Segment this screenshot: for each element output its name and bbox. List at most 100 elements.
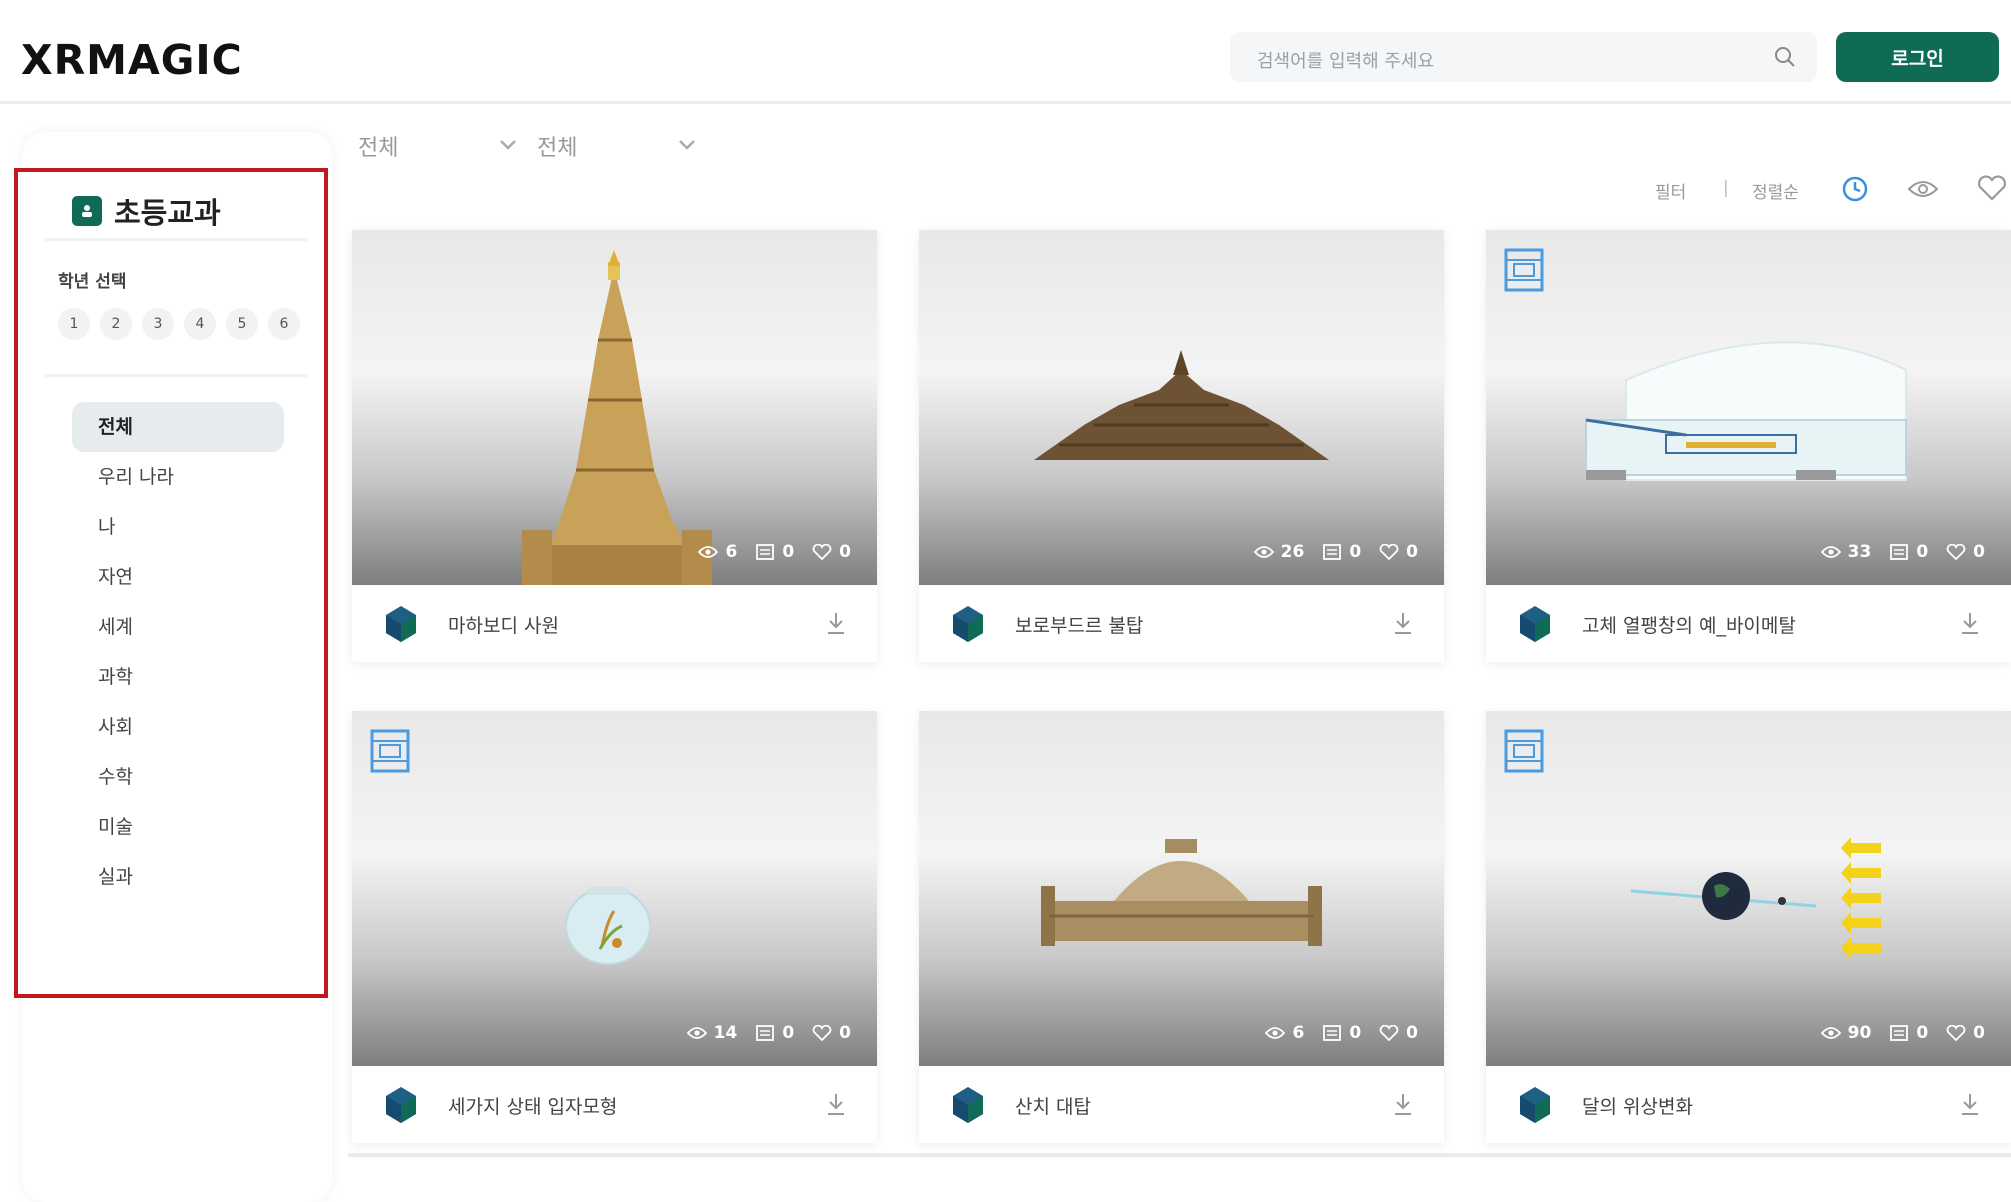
like-count: 0 [1973,542,1985,562]
content-card[interactable]: 6 0 0 마하보디 사원 [352,230,877,662]
login-button[interactable]: 로그인 [1836,32,1999,82]
comment-icon [1323,1025,1342,1041]
download-icon[interactable] [825,610,847,636]
card-title[interactable]: 마하보디 사원 [448,611,559,638]
view-count: 90 [1847,1023,1872,1043]
content-card[interactable]: 90 0 0 달의 위상변화 [1486,711,2011,1143]
heart-icon [812,544,832,560]
category-list: 전체 우리 나라 나 자연 세계 과학 사회 수학 미술 실과 [72,402,284,902]
view-count: 33 [1847,542,1872,562]
like-count: 0 [1406,1023,1418,1043]
card-title[interactable]: 산치 대탑 [1015,1092,1091,1119]
ar-badge-icon [1504,248,1544,292]
view-count: 14 [713,1023,738,1043]
content-card[interactable]: 6 0 0 산치 대탑 [919,711,1444,1143]
heart-icon [1379,1025,1399,1041]
like-count: 0 [1973,1023,1985,1043]
eye-icon[interactable] [1907,178,1939,200]
grade-button-3[interactable]: 3 [142,308,174,340]
category-item-our-country[interactable]: 우리 나라 [72,452,284,502]
card-title[interactable]: 세가지 상태 입자모형 [448,1092,617,1119]
download-icon[interactable] [1959,1091,1981,1117]
category-item-math[interactable]: 수학 [72,752,284,802]
comment-count: 0 [782,542,795,562]
content-card[interactable]: 33 0 0 고체 열팽창의 예_바이메탈 [1486,230,2011,662]
card-footer: 산치 대탑 [919,1066,1444,1143]
stupa-model-image [1034,350,1329,460]
download-icon[interactable] [1959,610,1981,636]
heart-icon [1946,1025,1966,1041]
search-icon[interactable] [1773,45,1797,69]
category-item-science[interactable]: 과학 [72,652,284,702]
comment-count: 0 [1349,1023,1362,1043]
temple-model-image [522,250,712,585]
card-thumbnail[interactable]: 26 0 0 [919,230,1444,585]
content-card[interactable]: 14 0 0 세가지 상태 입자모형 [352,711,877,1143]
chevron-down-icon[interactable] [499,138,517,152]
clock-icon[interactable] [1841,175,1869,203]
download-icon[interactable] [1392,610,1414,636]
grade-button-4[interactable]: 4 [184,308,216,340]
divider [45,374,307,377]
like-count: 0 [839,542,851,562]
sidebar-title-row: 초등교과 [72,190,221,232]
comment-icon [1890,544,1909,560]
view-count: 26 [1280,542,1305,562]
grade-button-1[interactable]: 1 [58,308,90,340]
card-footer: 마하보디 사원 [352,585,877,662]
card-thumbnail[interactable]: 90 0 0 [1486,711,2011,1066]
category-item-all[interactable]: 전체 [72,402,284,452]
card-thumbnail[interactable]: 6 0 0 [919,711,1444,1066]
sort-option-order[interactable]: 정렬순 [1752,178,1799,203]
card-footer: 달의 위상변화 [1486,1066,2011,1143]
eye-icon [1820,1027,1841,1039]
cube-icon [1520,1087,1550,1123]
download-icon[interactable] [1392,1091,1414,1117]
card-thumbnail[interactable]: 33 0 0 [1486,230,2011,585]
card-thumbnail[interactable]: 6 0 0 [352,230,877,585]
category-item-art[interactable]: 미술 [72,802,284,852]
grade-button-2[interactable]: 2 [100,308,132,340]
category-item-world[interactable]: 세계 [72,602,284,652]
content-card[interactable]: 26 0 0 보로부드르 불탑 [919,230,1444,662]
card-stats: 90 0 0 [1820,1023,1985,1043]
card-title[interactable]: 고체 열팽창의 예_바이메탈 [1582,611,1796,638]
grade-button-5[interactable]: 5 [226,308,258,340]
heart-icon[interactable] [1976,174,2008,202]
sidebar-title: 초등교과 [114,196,221,230]
download-icon[interactable] [825,1091,847,1117]
card-title[interactable]: 달의 위상변화 [1582,1092,1693,1119]
category-item-practical-arts[interactable]: 실과 [72,852,284,902]
heart-icon [812,1025,832,1041]
category-item-society[interactable]: 사회 [72,702,284,752]
divider [348,1153,2011,1157]
comment-count: 0 [1916,542,1929,562]
cube-icon [386,1087,416,1123]
eye-icon [1820,546,1841,558]
card-thumbnail[interactable]: 14 0 0 [352,711,877,1066]
ar-badge-icon [1504,729,1544,773]
eye-icon [698,546,719,558]
moon-phase-image [1630,837,1881,959]
chevron-down-icon[interactable] [678,138,696,152]
cube-icon [953,1087,983,1123]
card-title[interactable]: 보로부드르 불탑 [1015,611,1143,638]
bimetal-iron-image [1585,341,1907,481]
card-stats: 6 0 0 [698,542,851,562]
eye-icon [1265,1027,1286,1039]
category-item-me[interactable]: 나 [72,502,284,552]
logo[interactable]: XRMAGIC [21,36,243,84]
sort-separator: | [1723,178,1729,198]
comment-icon [756,1025,775,1041]
filter-dropdown-1[interactable]: 전체 [358,130,398,162]
sort-option-filter[interactable]: 필터 [1655,178,1686,203]
particle-model-image [565,887,651,965]
card-stats: 14 0 0 [686,1023,851,1043]
grade-selector: 1 2 3 4 5 6 [58,308,300,340]
grade-button-6[interactable]: 6 [268,308,300,340]
cube-icon [953,606,983,642]
filter-dropdown-2[interactable]: 전체 [537,130,577,162]
category-item-nature[interactable]: 자연 [72,552,284,602]
search-input[interactable]: 검색어를 입력해 주세요 [1230,32,1817,82]
card-stats: 26 0 0 [1253,542,1418,562]
